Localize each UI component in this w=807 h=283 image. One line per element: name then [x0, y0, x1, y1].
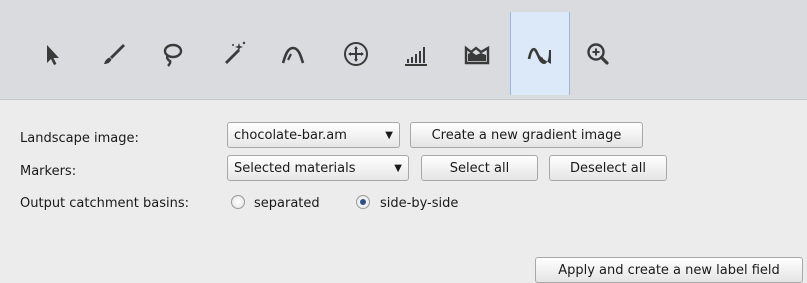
- markers-combo[interactable]: Selected materials ▼: [227, 155, 409, 181]
- tool-zoom[interactable]: [568, 12, 628, 95]
- apply-create-label-field-button[interactable]: Apply and create a new label field: [535, 257, 803, 283]
- watershed-options-panel: Landscape image: chocolate-bar.am ▼ Crea…: [0, 100, 807, 283]
- tool-threshold[interactable]: [386, 12, 446, 95]
- separated-radio-label[interactable]: separated: [254, 196, 320, 211]
- landscape-label: Landscape image:: [20, 131, 139, 146]
- top-hat-icon: [464, 45, 490, 64]
- chevron-down-icon: ▼: [394, 162, 402, 174]
- tool-blow[interactable]: [326, 12, 386, 95]
- tool-lasso[interactable]: [142, 12, 202, 95]
- markers-label: Markers:: [20, 164, 77, 179]
- output-basins-label: Output catchment basins:: [20, 196, 190, 211]
- create-gradient-button[interactable]: Create a new gradient image: [410, 122, 643, 148]
- markers-value: Selected materials: [234, 160, 356, 176]
- side-by-side-radio[interactable]: [356, 195, 370, 209]
- lasso-icon: [163, 43, 183, 67]
- magic-wand-icon: [225, 41, 246, 64]
- tool-magic-wand[interactable]: [203, 12, 263, 95]
- threshold-histogram-icon: [405, 46, 427, 66]
- tool-top-hat[interactable]: [447, 12, 507, 95]
- landscape-image-combo[interactable]: chocolate-bar.am ▼: [227, 122, 400, 148]
- tool-toolbar: [0, 0, 807, 100]
- zoom-in-icon: [587, 42, 609, 65]
- tool-propagating-contour[interactable]: [263, 12, 323, 95]
- side-by-side-radio-label[interactable]: side-by-side: [380, 196, 458, 211]
- tool-pointer[interactable]: [22, 12, 82, 95]
- tool-watershed[interactable]: [510, 12, 570, 95]
- select-all-button[interactable]: Select all: [421, 155, 538, 181]
- blow-tool-icon: [344, 41, 368, 66]
- watershed-icon: [527, 47, 551, 64]
- brush-icon: [104, 43, 125, 64]
- landscape-image-value: chocolate-bar.am: [234, 127, 347, 143]
- tool-brush[interactable]: [84, 12, 144, 95]
- deselect-all-button[interactable]: Deselect all: [549, 155, 667, 181]
- chevron-down-icon: ▼: [385, 129, 393, 141]
- propagating-contour-icon: [281, 46, 305, 63]
- pointer-arrow-icon: [47, 44, 59, 65]
- separated-radio[interactable]: [231, 195, 245, 209]
